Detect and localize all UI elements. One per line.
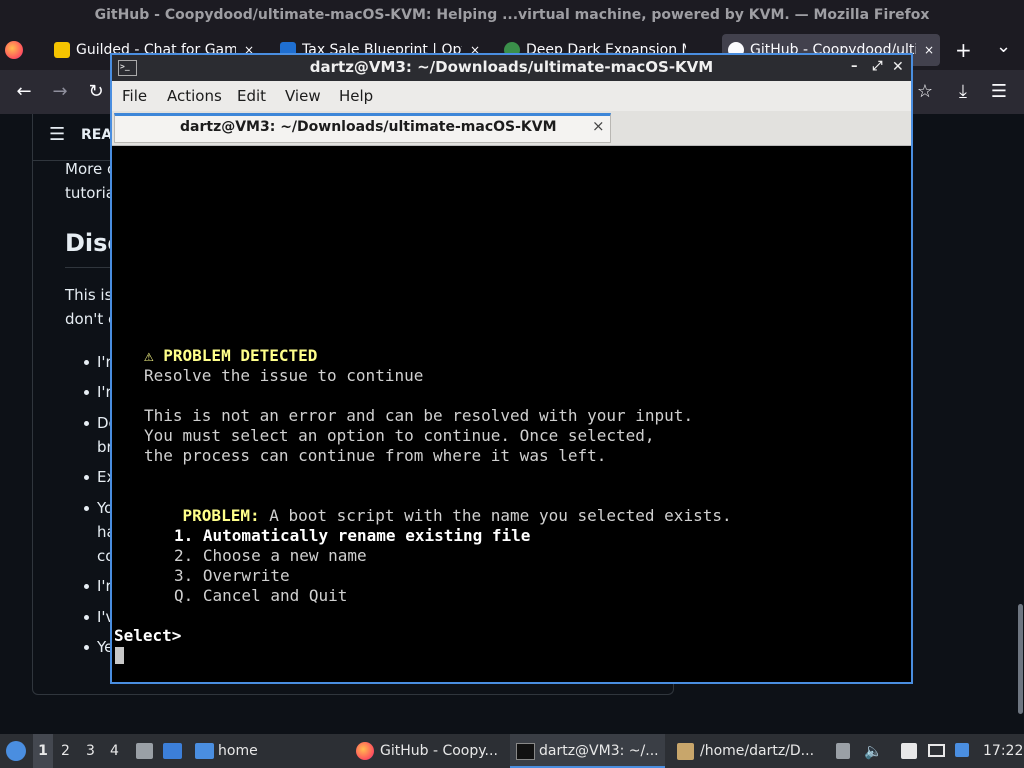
- task-firefox[interactable]: GitHub - Coopy...: [380, 734, 498, 768]
- minimize-icon[interactable]: –: [851, 55, 858, 79]
- workspace-2[interactable]: 2: [61, 734, 70, 768]
- select-prompt: Select>: [114, 626, 182, 645]
- menu-actions[interactable]: Actions: [167, 81, 222, 111]
- taskbar: 1 2 3 4 home GitHub - Coopy... dartz@VM3…: [0, 734, 1024, 768]
- maximize-icon[interactable]: ⤢: [872, 55, 882, 79]
- tab-list-button[interactable]: ⌄: [996, 36, 1011, 57]
- folder-icon: [195, 743, 214, 759]
- clock[interactable]: 17:22: [983, 734, 1023, 768]
- terminal-title-bar[interactable]: >_ dartz@VM3: ~/Downloads/ultimate-macOS…: [112, 55, 911, 81]
- archive-icon: [677, 743, 694, 760]
- menu-file[interactable]: File: [122, 81, 147, 111]
- text-line: This is: [65, 286, 113, 304]
- bookmark-star-icon[interactable]: ☆: [911, 78, 939, 106]
- back-icon[interactable]: ←: [10, 78, 38, 106]
- bullet: [84, 360, 89, 365]
- updates-icon[interactable]: [955, 743, 969, 757]
- problem-heading: ⚠ PROBLEM DETECTED: [144, 346, 318, 365]
- tray-notes-icon[interactable]: [901, 743, 917, 759]
- option-3[interactable]: 3. Overwrite: [174, 566, 290, 586]
- tray-clipboard-icon[interactable]: [836, 743, 850, 759]
- option-2[interactable]: 2. Choose a new name: [174, 546, 367, 566]
- info-line: This is not an error and can be resolved…: [144, 406, 694, 425]
- forward-icon[interactable]: →: [46, 78, 74, 106]
- option-1[interactable]: 1. Automatically rename existing file: [174, 526, 530, 546]
- task-terminal[interactable]: dartz@VM3: ~/...: [539, 734, 659, 768]
- problem-label: PROBLEM:: [182, 506, 260, 525]
- problem-text: A boot script with the name you selected…: [259, 506, 732, 525]
- workspace-1[interactable]: 1: [33, 734, 53, 768]
- desktop-icon[interactable]: [163, 743, 182, 759]
- page-scrollbar[interactable]: [1018, 604, 1023, 714]
- bullet: [84, 584, 89, 589]
- info-line: You must select an option to continue. O…: [144, 426, 655, 445]
- workspace-3[interactable]: 3: [86, 734, 95, 768]
- file-manager-icon[interactable]: [136, 743, 153, 759]
- reload-icon[interactable]: ↻: [82, 78, 110, 106]
- option-quit[interactable]: Q. Cancel and Quit: [174, 586, 347, 606]
- terminal-menu-bar: File Actions Edit View Help: [112, 81, 911, 111]
- menu-edit[interactable]: Edit: [237, 81, 266, 111]
- text-cursor: [115, 647, 124, 664]
- list-icon[interactable]: ☰: [49, 124, 65, 145]
- terminal-icon: [516, 743, 535, 760]
- network-icon[interactable]: [928, 744, 945, 757]
- downloads-icon[interactable]: ⤓: [949, 78, 977, 106]
- text-line: More c: [65, 160, 116, 178]
- readme-label: REA: [81, 127, 113, 143]
- bullet: [84, 506, 89, 511]
- text-line: tutoria: [65, 184, 115, 202]
- bullet: [84, 421, 89, 426]
- terminal-icon: >_: [118, 60, 137, 76]
- bullet: [84, 475, 89, 480]
- bullet: [84, 615, 89, 620]
- volume-icon[interactable]: 🔈: [864, 734, 883, 768]
- info-line: the process can continue from where it w…: [144, 446, 607, 465]
- workspace-4[interactable]: 4: [110, 734, 119, 768]
- close-icon[interactable]: ✕: [892, 55, 904, 79]
- firefox-icon: [356, 742, 374, 760]
- menu-help[interactable]: Help: [339, 81, 373, 111]
- menu-view[interactable]: View: [285, 81, 321, 111]
- home-launcher[interactable]: home: [218, 734, 258, 768]
- firefox-menu-icon[interactable]: [5, 41, 23, 59]
- hamburger-menu-icon[interactable]: ☰: [985, 78, 1013, 106]
- task-file-manager[interactable]: /home/dartz/D...: [700, 734, 814, 768]
- terminal-output[interactable]: ⚠ PROBLEM DETECTED Resolve the issue to …: [112, 146, 911, 682]
- terminal-tab[interactable]: dartz@VM3: ~/Downloads/ultimate-macOS-KV…: [114, 113, 611, 143]
- new-tab-button[interactable]: +: [955, 38, 972, 62]
- close-icon[interactable]: ×: [592, 117, 605, 135]
- terminal-title: dartz@VM3: ~/Downloads/ultimate-macOS-KV…: [309, 58, 714, 76]
- start-menu-icon[interactable]: [6, 741, 26, 761]
- guilded-icon: [54, 42, 70, 58]
- terminal-tab-label: dartz@VM3: ~/Downloads/ultimate-macOS-KV…: [180, 119, 557, 135]
- firefox-title-bar: GitHub - Coopydood/ultimate-macOS-KVM: H…: [0, 0, 1024, 30]
- bullet: [84, 645, 89, 650]
- close-icon[interactable]: ×: [924, 34, 934, 66]
- heading-divider: [65, 267, 110, 268]
- bullet: [84, 390, 89, 395]
- resolve-line: Resolve the issue to continue: [144, 366, 424, 385]
